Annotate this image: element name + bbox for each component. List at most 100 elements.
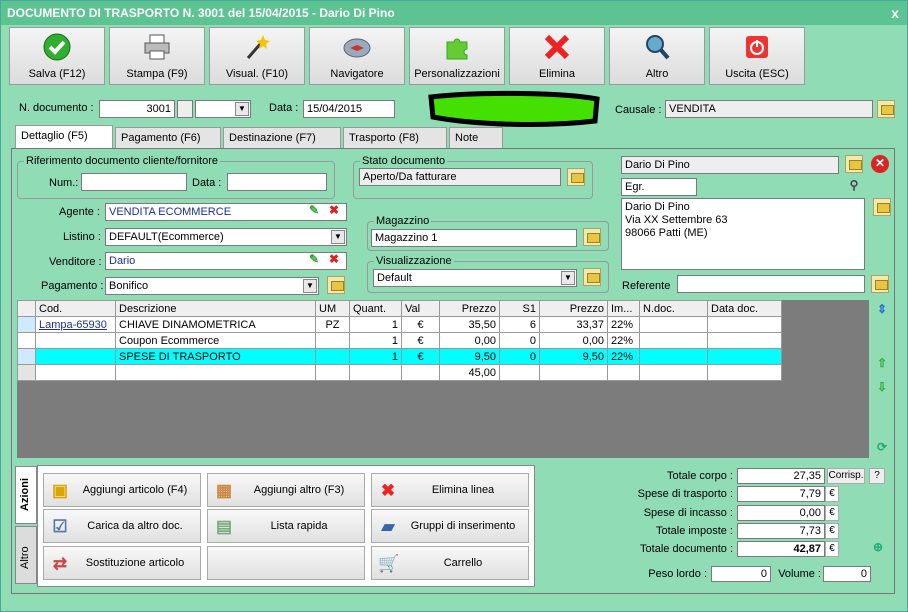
- cell-ndoc[interactable]: [639, 332, 708, 349]
- load-doc-button[interactable]: ☑ Carica da altro doc.: [43, 509, 201, 543]
- ref-date-input[interactable]: [227, 173, 327, 191]
- tab-trasporto[interactable]: Trasporto (F8): [343, 127, 447, 148]
- doc-number-input[interactable]: 3001: [99, 100, 175, 118]
- col-header[interactable]: Descrizione: [115, 300, 316, 317]
- empty-action-button[interactable]: [207, 546, 365, 580]
- cell-tax[interactable]: 22%: [607, 316, 640, 333]
- address-folder-icon[interactable]: [873, 198, 891, 216]
- other-button[interactable]: Altro: [609, 27, 705, 85]
- status-folder-icon[interactable]: [567, 168, 585, 186]
- view-select[interactable]: Default ▼: [373, 269, 577, 287]
- side-tab-azioni[interactable]: Azioni: [15, 466, 37, 524]
- status-input[interactable]: Aperto/Da fatturare: [359, 168, 561, 186]
- navigator-button[interactable]: Navigatore: [309, 27, 405, 85]
- view-folder-icon[interactable]: [583, 268, 601, 286]
- clear-x-icon[interactable]: ✖: [325, 202, 343, 220]
- col-header[interactable]: Data doc.: [707, 300, 782, 317]
- cell-datadoc[interactable]: [707, 348, 782, 365]
- ref-num-input[interactable]: [81, 173, 187, 191]
- client-folder-icon[interactable]: [845, 155, 863, 173]
- volume-value[interactable]: 0: [823, 566, 871, 582]
- tab-dettaglio[interactable]: Dettaglio (F5): [15, 125, 113, 149]
- add-article-button[interactable]: ▣ Aggiungi articolo (F4): [43, 473, 201, 507]
- replace-article-button[interactable]: ⇄ Sostituzione articolo: [43, 546, 201, 580]
- cell-currency[interactable]: €: [401, 316, 440, 333]
- delete-button[interactable]: Elimina: [509, 27, 605, 85]
- cell-currency[interactable]: €: [401, 348, 440, 365]
- cell-description[interactable]: SPESE DI TRASPORTO: [115, 348, 316, 365]
- cell-code[interactable]: [35, 348, 116, 365]
- doc-number-suffix[interactable]: [177, 100, 193, 118]
- table-row[interactable]: Coupon Ecommerce 1 € 0,00 0 0,00 22%: [17, 332, 782, 349]
- cell-ndoc[interactable]: [639, 316, 708, 333]
- gross-weight-value[interactable]: 0: [711, 566, 771, 582]
- user-search-icon[interactable]: ⚲: [845, 177, 863, 195]
- tab-note[interactable]: Note: [449, 127, 503, 148]
- col-header[interactable]: UM: [315, 300, 350, 317]
- scroll-updown-icon[interactable]: ⇕: [873, 301, 891, 319]
- close-icon[interactable]: x: [891, 1, 899, 25]
- cell-discount[interactable]: 0: [499, 332, 540, 349]
- cell-code[interactable]: Lampa-65930: [35, 316, 116, 333]
- col-header[interactable]: N.doc.: [639, 300, 708, 317]
- col-header[interactable]: Prezzo: [439, 300, 500, 317]
- cell-tax[interactable]: 22%: [607, 332, 640, 349]
- client-address-box[interactable]: Dario Di Pino Via XX Settembre 63 98066 …: [621, 198, 865, 270]
- cell-um[interactable]: [315, 348, 350, 365]
- shipping-value[interactable]: 7,79: [737, 486, 825, 502]
- client-remove-icon[interactable]: ✕: [871, 155, 889, 173]
- doc-series-select[interactable]: ▼: [195, 100, 251, 118]
- cell-currency[interactable]: €: [401, 332, 440, 349]
- print-button[interactable]: Stampa (F9): [109, 27, 205, 85]
- col-header[interactable]: Prezzo: [539, 300, 608, 317]
- referente-input[interactable]: [677, 275, 865, 293]
- cell-discount[interactable]: 0: [499, 348, 540, 365]
- table-row[interactable]: Lampa-65930 CHIAVE DINAMOMETRICA PZ 1 € …: [17, 316, 782, 333]
- col-header[interactable]: Im...: [607, 300, 640, 317]
- cell-net-price[interactable]: 0,00: [539, 332, 608, 349]
- corrisp-button[interactable]: Corrisp.: [827, 468, 865, 484]
- col-header[interactable]: S1: [499, 300, 540, 317]
- cell-datadoc[interactable]: [707, 316, 782, 333]
- delete-line-button[interactable]: ✖ Elimina linea: [371, 473, 529, 507]
- row-selector[interactable]: [17, 316, 36, 333]
- warehouse-folder-icon[interactable]: [583, 228, 601, 246]
- collection-value[interactable]: 0,00: [737, 505, 825, 521]
- col-header[interactable]: Cod.: [35, 300, 116, 317]
- pencil-icon[interactable]: ✎: [305, 251, 323, 269]
- cart-button[interactable]: 🛒 Carrello: [371, 546, 529, 580]
- col-header[interactable]: Quant.: [349, 300, 402, 317]
- client-name-input[interactable]: Dario Di Pino: [621, 156, 839, 174]
- insert-groups-button[interactable]: ▰ Gruppi di inserimento: [371, 509, 529, 543]
- add-other-button[interactable]: ▦ Aggiungi altro (F3): [207, 473, 365, 507]
- causale-input[interactable]: VENDITA: [665, 100, 873, 118]
- cell-description[interactable]: Coupon Ecommerce: [115, 332, 316, 349]
- cell-price[interactable]: 0,00: [439, 332, 500, 349]
- cell-um[interactable]: PZ: [315, 316, 350, 333]
- exit-button[interactable]: Uscita (ESC): [709, 27, 805, 85]
- cell-tax[interactable]: 22%: [607, 348, 640, 365]
- pagamento-folder-icon[interactable]: [327, 276, 345, 294]
- table-row-selected[interactable]: SPESE DI TRASPORTO 1 € 9,50 0 9,50 22%: [17, 348, 782, 365]
- date-input[interactable]: 15/04/2015: [303, 100, 395, 118]
- quick-list-button[interactable]: ▤ Lista rapida: [207, 509, 365, 543]
- causale-folder-icon[interactable]: [877, 100, 895, 118]
- save-button[interactable]: Salva (F12): [9, 27, 105, 85]
- cell-discount[interactable]: 6: [499, 316, 540, 333]
- cell-qty[interactable]: 1: [349, 348, 402, 365]
- listino-select[interactable]: DEFAULT(Ecommerce) ▼: [105, 228, 347, 246]
- cell-net-price[interactable]: 33,37: [539, 316, 608, 333]
- client-title-input[interactable]: Egr.: [621, 178, 697, 196]
- col-header[interactable]: Val: [401, 300, 440, 317]
- move-down-icon[interactable]: ⇩: [873, 379, 891, 397]
- cell-um[interactable]: [315, 332, 350, 349]
- tab-destinazione[interactable]: Destinazione (F7): [223, 127, 341, 148]
- cell-net-price[interactable]: 9,50: [539, 348, 608, 365]
- clear-x-icon[interactable]: ✖: [325, 251, 343, 269]
- zoom-icon[interactable]: ⊕: [869, 539, 887, 557]
- refresh-icon[interactable]: ⟳: [873, 439, 891, 457]
- visual-button[interactable]: Visual. (F10): [209, 27, 305, 85]
- cell-price[interactable]: 35,50: [439, 316, 500, 333]
- help-button[interactable]: ?: [869, 468, 885, 484]
- warehouse-input[interactable]: Magazzino 1: [371, 229, 577, 247]
